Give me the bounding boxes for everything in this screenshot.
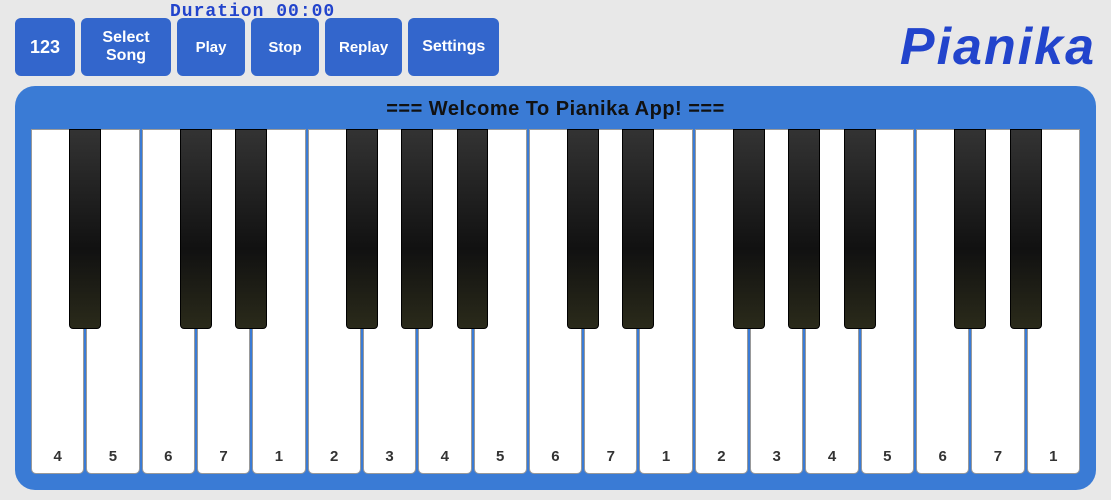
settings-button[interactable]: Settings [408, 18, 499, 76]
black-key-7[interactable] [622, 129, 654, 329]
num-button[interactable]: 123 [15, 18, 75, 76]
black-key-4[interactable] [401, 129, 433, 329]
controls-bar: 123 SelectSong Play Stop Replay Settings [15, 18, 499, 76]
select-song-button[interactable]: SelectSong [81, 18, 171, 76]
black-key-11[interactable] [954, 129, 986, 329]
black-key-8[interactable] [733, 129, 765, 329]
black-key-10[interactable] [844, 129, 876, 329]
header: Duration 00:00 123 SelectSong Play Stop … [15, 10, 1096, 76]
black-key-6[interactable] [567, 129, 599, 329]
black-key-0[interactable] [69, 129, 101, 329]
black-key-5[interactable] [457, 129, 489, 329]
piano-wrapper: 4567123456712345671 [31, 129, 1080, 474]
play-button[interactable]: Play [177, 18, 245, 76]
black-key-3[interactable] [346, 129, 378, 329]
black-key-1[interactable] [180, 129, 212, 329]
stop-button[interactable]: Stop [251, 18, 319, 76]
piano-container: === Welcome To Pianika App! === 45671234… [15, 86, 1096, 490]
black-key-12[interactable] [1010, 129, 1042, 329]
piano-keyboard: 4567123456712345671 [31, 129, 1080, 474]
replay-button[interactable]: Replay [325, 18, 402, 76]
app-title: Pianika [900, 17, 1096, 77]
black-key-2[interactable] [235, 129, 267, 329]
welcome-text: === Welcome To Pianika App! === [31, 98, 1080, 121]
duration-display: Duration 00:00 [170, 2, 335, 22]
black-key-9[interactable] [788, 129, 820, 329]
